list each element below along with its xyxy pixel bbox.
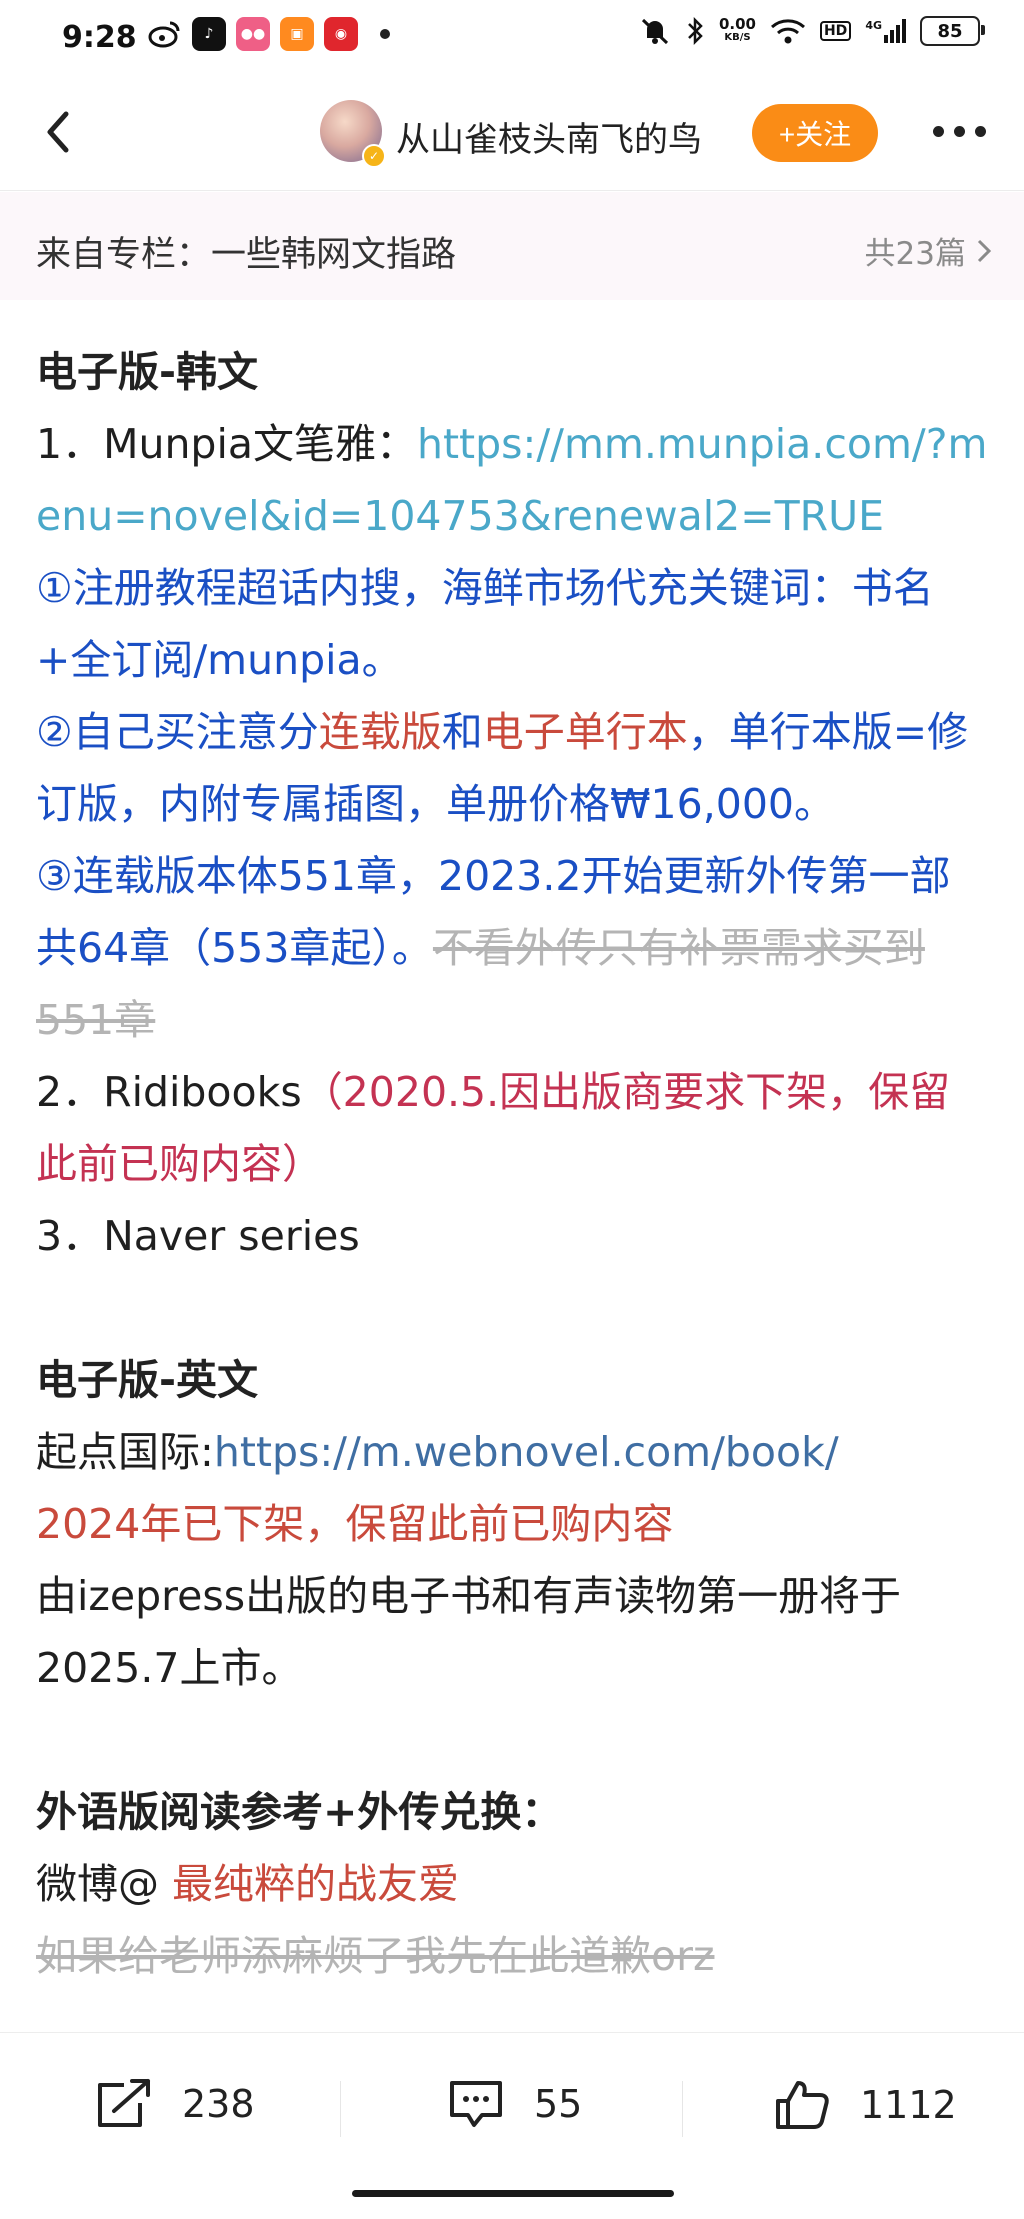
like-button[interactable]: 1112	[772, 2077, 957, 2133]
weibo-user-link[interactable]: 最纯粹的战友爱	[172, 1860, 459, 1908]
battery-icon: 85	[920, 16, 985, 46]
net-speed-unit: KB/S	[724, 32, 751, 43]
section-heading-korean: 电子版-韩文	[36, 348, 259, 396]
divider	[682, 2081, 683, 2137]
verified-badge-icon: ✓	[362, 144, 386, 168]
webnovel-note: 2024年已下架，保留此前已购内容	[36, 1500, 674, 1548]
net-speed: 0.00 KB/S	[719, 17, 756, 45]
battery-level: 85	[937, 20, 963, 42]
list-item-webnovel: 起点国际:https://m.webnovel.com/book/	[36, 1416, 988, 1488]
share-count: 238	[182, 2082, 255, 2126]
author-name[interactable]: 从山雀枝头南飞的鸟	[396, 112, 702, 161]
column-count[interactable]: 共23篇	[865, 228, 994, 273]
column-banner[interactable]: 来自专栏：一些韩网文指路 共23篇	[0, 192, 1024, 300]
column-title: 来自专栏：一些韩网文指路	[36, 235, 457, 275]
weibo-mention-line: 微博@ 最纯粹的战友爱	[36, 1848, 988, 1920]
share-icon	[98, 2079, 150, 2127]
section-heading-english: 电子版-英文	[36, 1356, 259, 1404]
like-count: 1112	[860, 2083, 957, 2127]
apology-strikethrough: 如果给老师添麻烦了我先在此道歉orz	[36, 1932, 715, 1980]
divider	[340, 2081, 341, 2137]
note2-text-a: ②自己买注意分	[36, 708, 319, 756]
list-item-naver: 3．Naver series	[36, 1212, 360, 1260]
izepress-note: 由izepress出版的电子书和有声读物第一册将于2025.7上市。	[36, 1572, 902, 1692]
wifi-icon	[770, 19, 805, 44]
tiktok-icon: ♪	[192, 17, 226, 51]
bluetooth-icon	[688, 16, 703, 46]
status-bar: 9:28 ♪ ●● ▣ ◉ 0.00 KB/S HD 4G 85	[0, 0, 1024, 76]
system-status: 0.00 KB/S HD 4G 85	[639, 16, 985, 46]
follow-button[interactable]: +关注	[752, 104, 878, 162]
ridibooks-label: 2．Ridibooks	[36, 1068, 302, 1116]
back-arrow-icon[interactable]	[30, 102, 90, 162]
comment-icon	[450, 2081, 502, 2127]
status-time: 9:28	[62, 20, 137, 55]
note2-ebook-edition: 电子单行本	[482, 708, 688, 756]
weibo-label: 微博@	[36, 1860, 159, 1908]
list-item-munpia: 1．Munpia文笔雅：https://mm.munpia.com/?menu=…	[36, 408, 988, 552]
munpia-note-1: ①注册教程超话内搜，海鲜市场代充关键词：书名+全订阅/munpia。	[36, 564, 934, 684]
net-speed-value: 0.00	[718, 15, 756, 33]
article-body: 电子版-韩文 1．Munpia文笔雅：https://mm.munpia.com…	[36, 336, 988, 1992]
thumbs-up-icon	[776, 2081, 829, 2129]
webnovel-label: 起点国际:	[36, 1428, 214, 1476]
note2-serial-edition: 连载版	[318, 708, 442, 756]
reader-app-icon: ▣	[280, 17, 314, 51]
comment-button[interactable]: 55	[446, 2077, 582, 2131]
hd-icon: HD	[819, 21, 852, 41]
notification-icons: ♪ ●● ▣ ◉	[148, 17, 390, 51]
webnovel-link[interactable]: https://m.webnovel.com/book/	[214, 1428, 839, 1476]
munpia-note-2: ②自己买注意分连载版和电子单行本，单行本版=修订版，内附专属插图，单册价格₩16…	[36, 696, 988, 840]
mute-icon	[641, 18, 668, 45]
signal-icon: 4G	[865, 19, 906, 43]
article-header: ✓ 从山雀枝头南飞的鸟 +关注	[0, 76, 1024, 191]
list-item-ridibooks: 2．Ridibooks（2020.5.因出版商要求下架，保留此前已购内容）	[36, 1056, 988, 1200]
munpia-label: 1．Munpia文笔雅：	[36, 420, 417, 468]
netease-music-icon: ◉	[324, 17, 358, 51]
weibo-icon	[148, 21, 180, 48]
share-button[interactable]: 238	[94, 2077, 255, 2131]
munpia-note-3: ③连载版本体551章，2023.2开始更新外传第一部共64章（553章起）。不看…	[36, 840, 988, 1056]
more-notifications-icon	[380, 29, 390, 39]
section-heading-foreign: 外语版阅读参考+外传兑换：	[36, 1788, 563, 1836]
bottom-action-bar: 238 55 1112	[0, 2032, 1024, 2173]
column-count-label: 共23篇	[864, 236, 966, 272]
home-indicator[interactable]	[352, 2190, 674, 2197]
lofter-icon: ●●	[236, 17, 270, 51]
more-options-icon[interactable]	[933, 126, 986, 137]
comment-count: 55	[534, 2082, 583, 2126]
note2-text-c: 和	[441, 708, 483, 756]
signal-type: 4G	[865, 19, 882, 32]
chevron-right-icon	[977, 239, 992, 262]
